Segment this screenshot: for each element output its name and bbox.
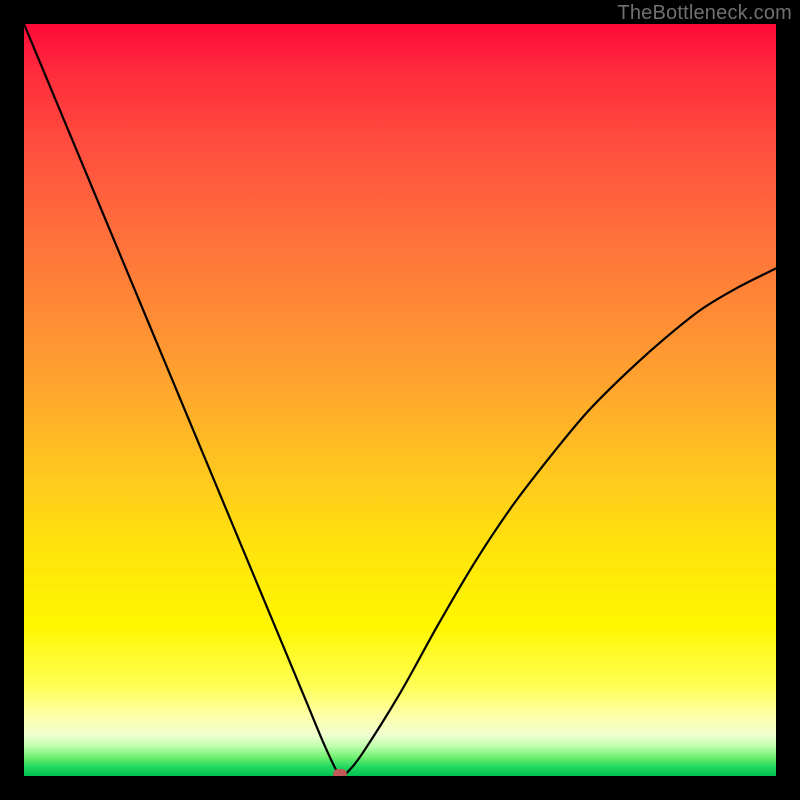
watermark-text: TheBottleneck.com bbox=[617, 2, 792, 25]
bottleneck-curve bbox=[24, 24, 776, 776]
chart-frame: TheBottleneck.com bbox=[0, 0, 800, 800]
plot-area bbox=[24, 24, 776, 776]
minimum-marker bbox=[333, 769, 347, 776]
